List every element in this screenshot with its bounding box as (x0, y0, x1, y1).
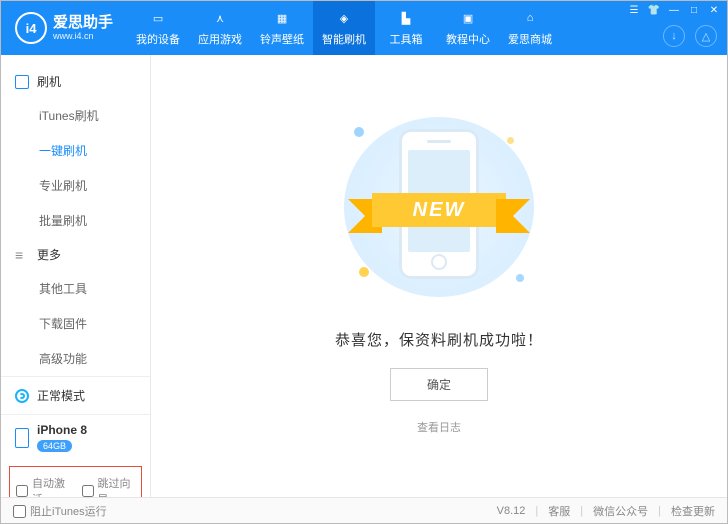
menu-icon[interactable]: ☰ (625, 3, 643, 17)
version-label: V8.12 (497, 505, 526, 517)
ok-button[interactable]: 确定 (390, 368, 488, 401)
apps-icon: ⋏ (210, 9, 230, 27)
wechat-link[interactable]: 微信公众号 (593, 503, 648, 519)
new-ribbon: NEW (354, 187, 524, 235)
nav-flash[interactable]: ◈智能刷机 (313, 1, 375, 55)
status-bar: 阻止iTunes运行 V8.12| 客服| 微信公众号| 检查更新 (1, 497, 727, 523)
minimize-icon[interactable]: — (665, 3, 683, 17)
flash-group-icon (15, 75, 29, 89)
maximize-icon[interactable]: □ (685, 3, 703, 17)
nav-toolbox[interactable]: ▙工具箱 (375, 1, 437, 55)
sidebar-item-oneclick[interactable]: 一键刷机 (1, 133, 150, 168)
sidebar-item-pro[interactable]: 专业刷机 (1, 168, 150, 203)
main-panel: NEW 恭喜您，保资料刷机成功啦！ 确定 查看日志 (151, 55, 727, 497)
update-link[interactable]: 检查更新 (671, 503, 715, 519)
sidebar-group-more: ≡更多 (1, 238, 150, 271)
checkbox-block-itunes[interactable]: 阻止iTunes运行 (13, 503, 107, 519)
nav-tutorial[interactable]: ▣教程中心 (437, 1, 499, 55)
nav-my-device[interactable]: ▭我的设备 (127, 1, 189, 55)
device-mode[interactable]: 正常模式 (1, 376, 150, 414)
device-phone-icon (15, 428, 29, 448)
toolbox-icon: ▙ (396, 9, 416, 27)
sidebar-group-flash: 刷机 (1, 65, 150, 98)
logo-badge: i4 (15, 12, 47, 44)
device-storage-badge: 64GB (37, 440, 72, 452)
nav-apps[interactable]: ⋏应用游戏 (189, 1, 251, 55)
content-body: 刷机 iTunes刷机 一键刷机 专业刷机 批量刷机 ≡更多 其他工具 下载固件… (1, 55, 727, 497)
phone-icon: ▭ (148, 9, 168, 27)
user-icon[interactable]: △ (695, 25, 717, 47)
sidebar-item-batch[interactable]: 批量刷机 (1, 203, 150, 238)
media-icon: ▦ (272, 9, 292, 27)
app-url: www.i4.cn (53, 32, 113, 41)
success-illustration: NEW (334, 107, 544, 307)
skin-icon[interactable]: 👕 (645, 3, 663, 17)
download-icon[interactable]: ↓ (663, 25, 685, 47)
flash-icon: ◈ (334, 9, 354, 27)
nav-media[interactable]: ▦铃声壁纸 (251, 1, 313, 55)
sidebar-item-advanced[interactable]: 高级功能 (1, 341, 150, 376)
nav-shop[interactable]: ⌂爱思商城 (499, 1, 561, 55)
success-message: 恭喜您，保资料刷机成功啦！ (335, 329, 543, 350)
window-controls: ☰ 👕 — □ ✕ (625, 3, 723, 17)
app-title: 爱思助手 (53, 15, 113, 30)
app-logo: i4 爱思助手 www.i4.cn (1, 1, 127, 55)
device-info[interactable]: iPhone 8 64GB (1, 414, 150, 460)
more-group-icon: ≡ (15, 248, 29, 262)
support-link[interactable]: 客服 (548, 503, 570, 519)
tutorial-icon: ▣ (458, 9, 478, 27)
view-log-link[interactable]: 查看日志 (417, 419, 461, 435)
shop-icon: ⌂ (520, 9, 540, 27)
close-icon[interactable]: ✕ (705, 3, 723, 17)
sidebar-item-download[interactable]: 下载固件 (1, 306, 150, 341)
device-name: iPhone 8 (37, 423, 87, 437)
title-bar: ☰ 👕 — □ ✕ i4 爱思助手 www.i4.cn ▭我的设备 ⋏应用游戏 … (1, 1, 727, 55)
sidebar-item-itunes[interactable]: iTunes刷机 (1, 98, 150, 133)
app-window: ☰ 👕 — □ ✕ i4 爱思助手 www.i4.cn ▭我的设备 ⋏应用游戏 … (0, 0, 728, 524)
header-actions: ↓ △ (663, 25, 717, 47)
sidebar-item-other[interactable]: 其他工具 (1, 271, 150, 306)
status-icon (15, 389, 29, 403)
sidebar: 刷机 iTunes刷机 一键刷机 专业刷机 批量刷机 ≡更多 其他工具 下载固件… (1, 55, 151, 497)
